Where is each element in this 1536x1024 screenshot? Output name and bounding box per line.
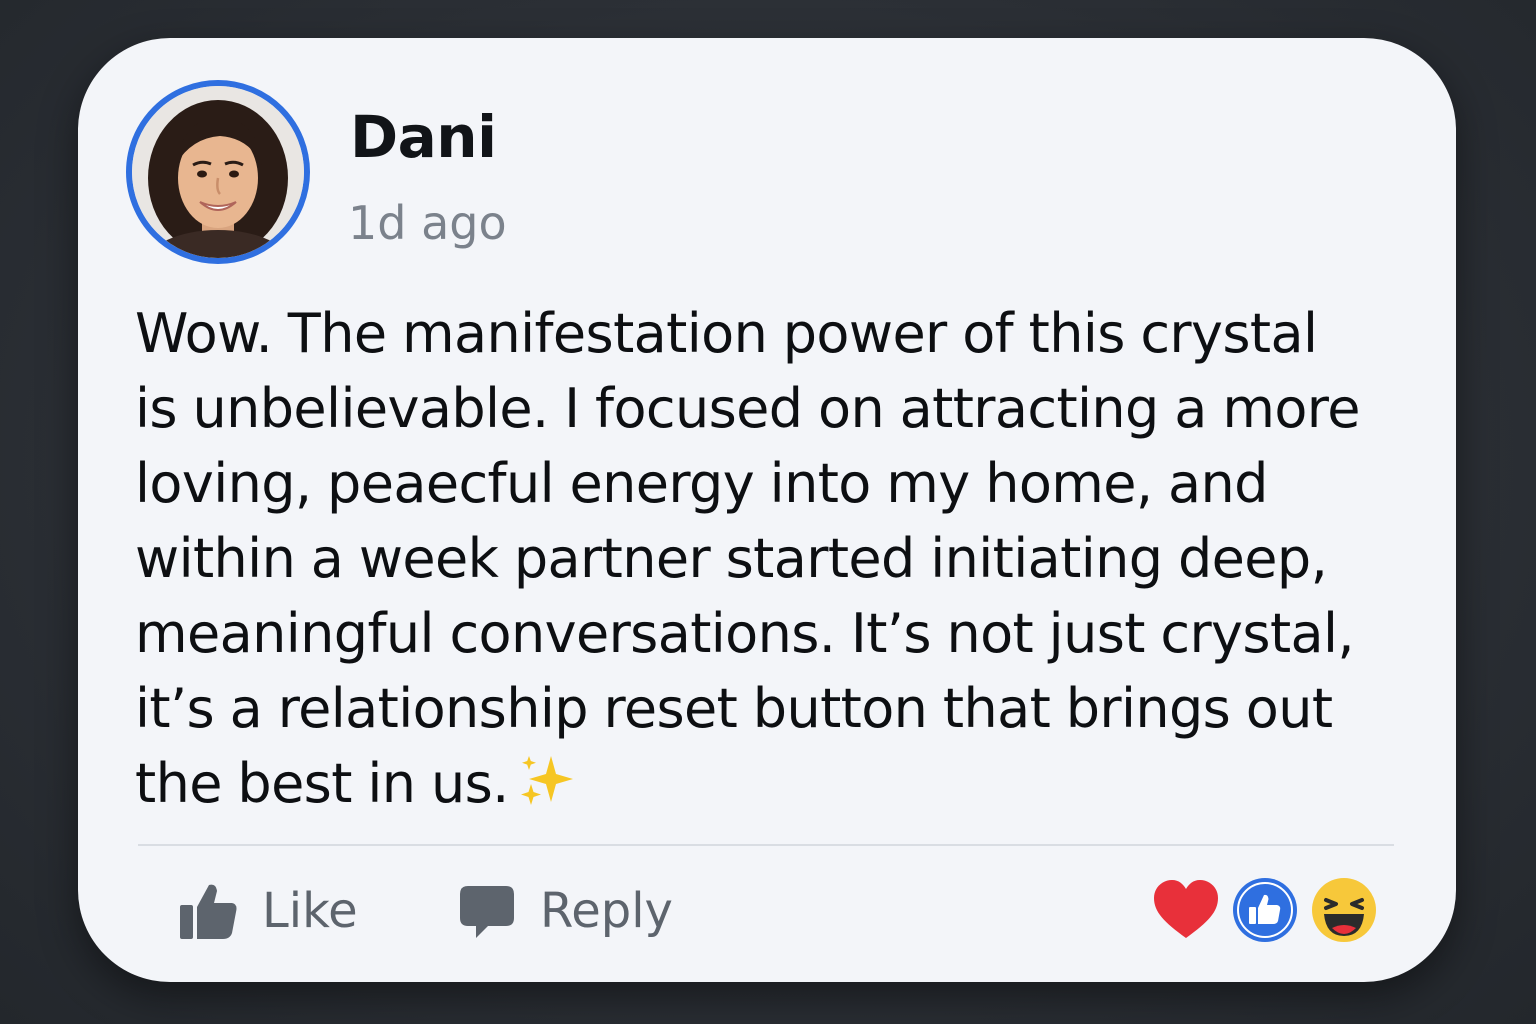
comment-card: Dani 1d ago Wow. The manifestation power… bbox=[78, 38, 1456, 982]
comment-line: is unbelievable. I focused on attracting… bbox=[135, 377, 1360, 440]
reply-button[interactable]: Reply bbox=[458, 876, 673, 946]
comment-line: loving, peaecful energy into my home, an… bbox=[135, 452, 1268, 515]
comment-line-text: the best in us. bbox=[135, 752, 509, 815]
comment-line: it’s a relationship reset button that br… bbox=[135, 677, 1333, 740]
sparkles-icon bbox=[519, 752, 575, 829]
speech-bubble-icon bbox=[460, 886, 514, 938]
thumbs-up-reaction-icon bbox=[1233, 878, 1297, 942]
avatar[interactable] bbox=[126, 80, 310, 264]
comment-body: Wow. The manifestation power of this cry… bbox=[135, 296, 1425, 829]
laughing-reaction-icon bbox=[1312, 878, 1376, 942]
comment-line-last: the best in us. bbox=[135, 746, 1425, 829]
reaction-summary[interactable] bbox=[1152, 874, 1390, 946]
reply-label: Reply bbox=[540, 883, 673, 939]
comment-line: meaningful conversations. It’s not just … bbox=[135, 602, 1355, 665]
divider bbox=[138, 844, 1394, 846]
heart-reaction-icon bbox=[1154, 880, 1218, 938]
like-label: Like bbox=[262, 883, 358, 939]
comment-line: within a week partner started initiating… bbox=[135, 527, 1328, 590]
comment-line: Wow. The manifestation power of this cry… bbox=[135, 302, 1318, 365]
timestamp: 1d ago bbox=[348, 196, 507, 250]
thumbs-up-icon bbox=[180, 884, 237, 939]
avatar-image bbox=[132, 86, 304, 258]
like-button[interactable]: Like bbox=[178, 876, 358, 946]
author-name[interactable]: Dani bbox=[350, 108, 497, 166]
